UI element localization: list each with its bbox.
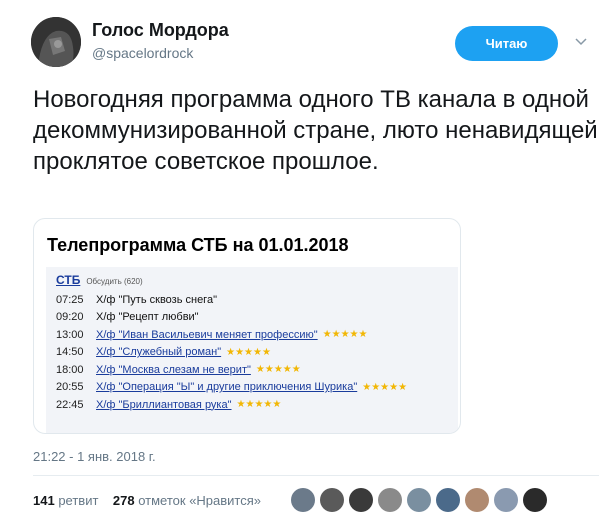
schedule-time: 07:25 <box>56 293 84 306</box>
tv-schedule: СТБ Обсудить (620) 07:25 Х/ф "Путь сквозь … <box>46 267 458 433</box>
retweets-count: 141 <box>33 493 55 508</box>
card-title: Телепрограмма СТБ на 01.01.2018 <box>47 235 349 255</box>
schedule-show: Х/ф "Иван Васильевич меняет профессию" <box>96 328 318 341</box>
schedule-time: 20:55 <box>56 381 84 394</box>
schedule-show: Х/ф "Москва слезам не верит" <box>96 363 251 376</box>
tweet-stats[interactable]: 141 ретвит 278 отметок «Нравится» <box>33 493 261 508</box>
schedule-time: 14:50 <box>56 346 84 359</box>
schedule-row: 20:55 Х/ф "Операция "Ы" и другие приключе… <box>56 379 407 397</box>
schedule-time: 22:45 <box>56 398 84 411</box>
divider <box>33 475 599 476</box>
liker-avatar[interactable] <box>378 488 402 512</box>
liker-avatars <box>291 488 552 512</box>
rating-stars: ★★★★★ <box>362 381 408 393</box>
profile-avatar[interactable] <box>31 17 81 67</box>
schedule-row: 13:00 Х/ф "Иван Васильевич меняет професс… <box>56 326 407 344</box>
liker-avatar[interactable] <box>523 488 547 512</box>
schedule-row: 14:50 Х/ф "Служебный роман" ★★★★★ <box>56 344 407 362</box>
schedule-time: 09:20 <box>56 311 84 324</box>
liker-avatar[interactable] <box>349 488 373 512</box>
likes-label: отметок «Нравится» <box>138 493 262 508</box>
liker-avatar[interactable] <box>320 488 344 512</box>
channel-name: СТБ <box>56 273 81 287</box>
schedule-time: 13:00 <box>56 328 84 341</box>
schedule-show: Х/ф "Бриллиантовая рука" <box>96 398 232 411</box>
schedule-show: Х/ф "Рецепт любви" <box>96 311 199 324</box>
liker-avatar[interactable] <box>291 488 315 512</box>
rating-stars: ★★★★★ <box>236 399 282 411</box>
schedule-row: 07:25 Х/ф "Путь сквозь снега" <box>56 291 407 309</box>
discuss-link: Обсудить (620) <box>86 277 143 286</box>
display-name[interactable]: Голос Мордора <box>92 20 229 41</box>
schedule-list: 07:25 Х/ф "Путь сквозь снега" 09:20 Х/ф "Ре… <box>56 291 407 414</box>
schedule-time: 18:00 <box>56 363 84 376</box>
likes-count: 278 <box>112 493 135 508</box>
schedule-row: 22:45 Х/ф "Бриллиантовая рука" ★★★★★ <box>56 396 407 414</box>
liker-avatar[interactable] <box>407 488 431 512</box>
schedule-show: Х/ф "Путь сквозь снега" <box>96 293 217 306</box>
liker-avatar[interactable] <box>436 488 460 512</box>
schedule-row: 09:20 Х/ф "Рецепт любви" <box>56 309 407 327</box>
retweets-label: ретвит <box>58 493 99 508</box>
user-handle[interactable]: @spacelordrock <box>92 45 193 61</box>
liker-avatar[interactable] <box>465 488 489 512</box>
rating-stars: ★★★★★ <box>226 346 271 358</box>
schedule-show: Х/ф "Операция "Ы" и другие приключения Ш… <box>96 381 358 394</box>
rating-stars: ★★★★★ <box>255 364 301 376</box>
schedule-show: Х/ф "Служебный роман" <box>96 346 222 359</box>
attached-image-card[interactable]: Телепрограмма СТБ на 01.01.2018 СТБ Обсуд… <box>33 218 461 434</box>
chevron-down-icon[interactable] <box>573 34 589 50</box>
schedule-row: 18:00 Х/ф "Москва слезам не верит" ★★★★★ <box>56 361 407 379</box>
liker-avatar[interactable] <box>494 488 518 512</box>
tweet-text: Новогодняя программа одного ТВ канала в … <box>33 86 598 175</box>
channel-header: СТБ Обсудить (620) <box>56 273 143 287</box>
tweet-timestamp[interactable]: 21:22 - 1 янв. 2018 г. <box>33 449 156 464</box>
following-button[interactable]: Читаю <box>455 26 558 61</box>
rating-stars: ★★★★★ <box>322 329 368 341</box>
